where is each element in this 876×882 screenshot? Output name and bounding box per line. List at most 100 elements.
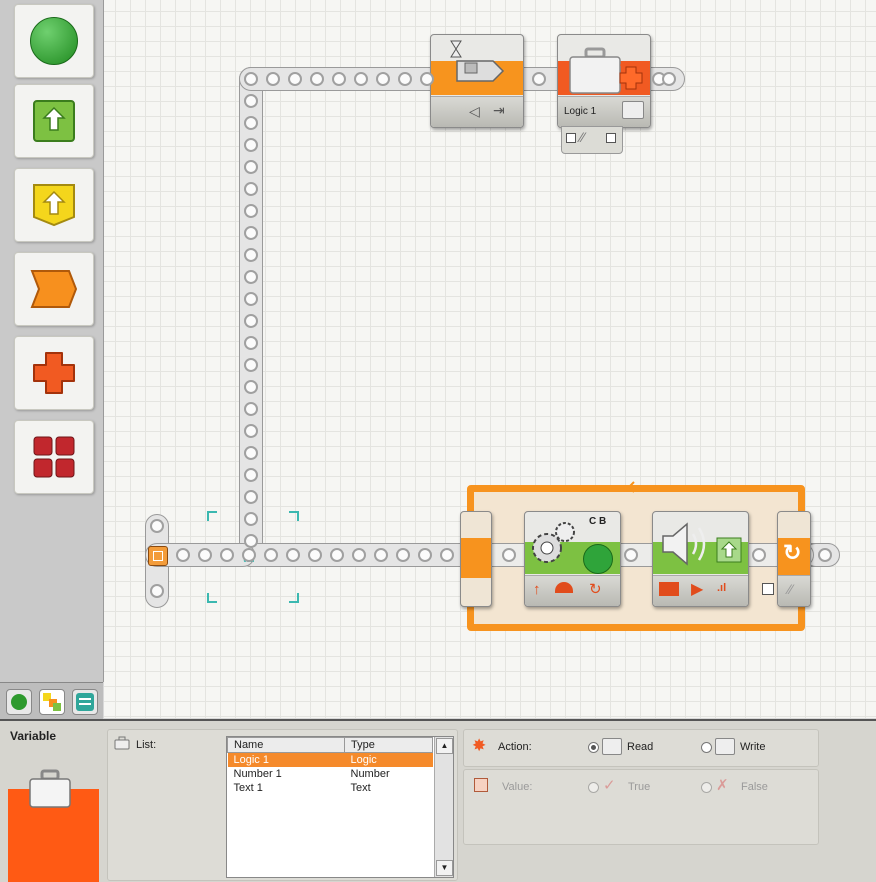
beam-hole bbox=[244, 72, 258, 86]
variable-block[interactable]: Logic 1 bbox=[557, 34, 651, 128]
beam-hole bbox=[420, 72, 434, 86]
sound-file-icon bbox=[659, 582, 679, 596]
beam-hole bbox=[398, 72, 412, 86]
read-variable-icon bbox=[622, 101, 644, 119]
beam-hole bbox=[374, 548, 388, 562]
scroll-up-icon[interactable]: ▲ bbox=[436, 738, 453, 754]
custom-palette-tab[interactable] bbox=[72, 689, 98, 715]
block-type-title: Variable bbox=[10, 729, 57, 743]
column-name[interactable]: Name bbox=[227, 737, 345, 753]
sensor-palette-button[interactable] bbox=[14, 168, 94, 242]
beam-hole bbox=[396, 548, 410, 562]
action-block-icon bbox=[33, 100, 75, 142]
action-upload-icon bbox=[716, 537, 742, 563]
false-radio[interactable] bbox=[701, 782, 712, 793]
beam-hole bbox=[244, 424, 258, 438]
cross-icon: ✗ bbox=[716, 777, 729, 794]
multi-color-blocks-icon bbox=[43, 693, 61, 711]
variable-type-cell: Text bbox=[350, 782, 371, 794]
beam-hole bbox=[244, 380, 258, 394]
variable-list-row[interactable]: Number 1 Number bbox=[228, 767, 433, 781]
variable-name-cell: Number 1 bbox=[233, 768, 282, 780]
column-type[interactable]: Type bbox=[344, 737, 433, 753]
beam-hole bbox=[176, 548, 190, 562]
briefcase-icon bbox=[569, 47, 624, 94]
value-label: Value: bbox=[502, 781, 533, 793]
sound-block[interactable]: ▶ .ıl bbox=[652, 511, 749, 607]
beam-hole bbox=[244, 336, 258, 350]
flow-block-icon bbox=[30, 270, 78, 308]
variable-name-cell: Text 1 bbox=[233, 782, 263, 794]
read-radio[interactable] bbox=[588, 742, 599, 753]
variable-name-cell: Logic 1 bbox=[227, 752, 345, 767]
list-label: List: bbox=[136, 739, 157, 751]
action-star-icon: ✸ bbox=[472, 736, 487, 755]
true-radio[interactable] bbox=[588, 782, 599, 793]
start-square-icon bbox=[153, 551, 163, 561]
program-canvas[interactable]: tar ◁ ⇥ Logic 1 ⁄⁄ bbox=[104, 0, 876, 718]
write-radio[interactable] bbox=[701, 742, 712, 753]
write-label[interactable]: Write bbox=[740, 741, 765, 753]
loop-logic-icon: ⁄⁄ bbox=[788, 581, 793, 597]
output-plug-icon bbox=[606, 133, 616, 143]
motor-block[interactable]: C B ↑ ↻ bbox=[524, 511, 621, 607]
beam-hole bbox=[244, 204, 258, 218]
beam-hole bbox=[818, 548, 832, 562]
beam-hole bbox=[244, 358, 258, 372]
variable-block-name: Logic 1 bbox=[564, 106, 597, 117]
value-plug-icon bbox=[474, 778, 488, 792]
beam-hole bbox=[150, 519, 164, 533]
gears-icon bbox=[532, 522, 575, 563]
configuration-panel: Variable List: Name Type Logic 1 Logic Num… bbox=[0, 719, 876, 882]
beam-hole bbox=[244, 270, 258, 284]
common-palette-tab[interactable] bbox=[6, 689, 32, 715]
beam-hole bbox=[354, 72, 368, 86]
logic-value-icon: ⁄⁄ bbox=[580, 129, 585, 145]
programming-palette bbox=[0, 0, 104, 682]
custom-blocks-icon bbox=[76, 693, 94, 711]
beam-hole bbox=[624, 548, 638, 562]
beam-hole bbox=[330, 548, 344, 562]
scroll-down-icon[interactable]: ▼ bbox=[436, 860, 453, 876]
variable-data-hub[interactable]: ⁄⁄ bbox=[561, 126, 623, 154]
beam-hole bbox=[244, 94, 258, 108]
variable-list-row[interactable]: Logic 1 Logic bbox=[227, 752, 433, 767]
start-palette-button[interactable] bbox=[14, 4, 94, 78]
wait-block[interactable]: ◁ ⇥ bbox=[430, 34, 524, 128]
beam-hole bbox=[244, 116, 258, 130]
data-block-icon bbox=[33, 352, 75, 394]
variable-list[interactable]: Name Type Logic 1 Logic Number 1 Number Text… bbox=[226, 736, 454, 878]
motor-ports-label: C B bbox=[589, 516, 607, 527]
loop-end-tab[interactable]: ↻ ⁄⁄ bbox=[777, 511, 811, 607]
beam-hole bbox=[244, 248, 258, 262]
beam-hole bbox=[288, 72, 302, 86]
flow-palette-button[interactable] bbox=[14, 252, 94, 326]
data-output-icon bbox=[619, 66, 643, 90]
action-section: ✸ Action: Read Write bbox=[463, 729, 819, 767]
volume-icon: .ıl bbox=[717, 582, 727, 594]
beam-hole bbox=[418, 548, 432, 562]
list-section: List: Name Type Logic 1 Logic Number 1 Numb… bbox=[107, 729, 458, 881]
loop-arrow-icon bbox=[627, 481, 640, 493]
beam-hole bbox=[244, 226, 258, 240]
beam-hole bbox=[440, 548, 454, 562]
loop-data-plug-icon[interactable] bbox=[762, 583, 774, 595]
check-icon: ✓ bbox=[603, 777, 616, 794]
true-label[interactable]: True bbox=[628, 781, 650, 793]
beam-hole bbox=[244, 446, 258, 460]
false-label[interactable]: False bbox=[741, 781, 768, 793]
beam-hole bbox=[662, 72, 676, 86]
variable-list-row[interactable]: Text 1 Text bbox=[228, 781, 433, 795]
complete-palette-tab[interactable] bbox=[39, 689, 65, 715]
advanced-palette-button[interactable] bbox=[14, 420, 94, 494]
data-palette-button[interactable] bbox=[14, 336, 94, 410]
read-label[interactable]: Read bbox=[627, 741, 653, 753]
program-start-point[interactable] bbox=[148, 546, 168, 566]
beam-hole bbox=[244, 292, 258, 306]
list-briefcase-icon bbox=[114, 736, 130, 750]
palette-tabs bbox=[0, 682, 103, 719]
beam-hole bbox=[352, 548, 366, 562]
list-scrollbar[interactable]: ▲ ▼ bbox=[434, 737, 453, 877]
loop-start-tab[interactable] bbox=[460, 511, 492, 607]
action-palette-button[interactable] bbox=[14, 84, 94, 158]
